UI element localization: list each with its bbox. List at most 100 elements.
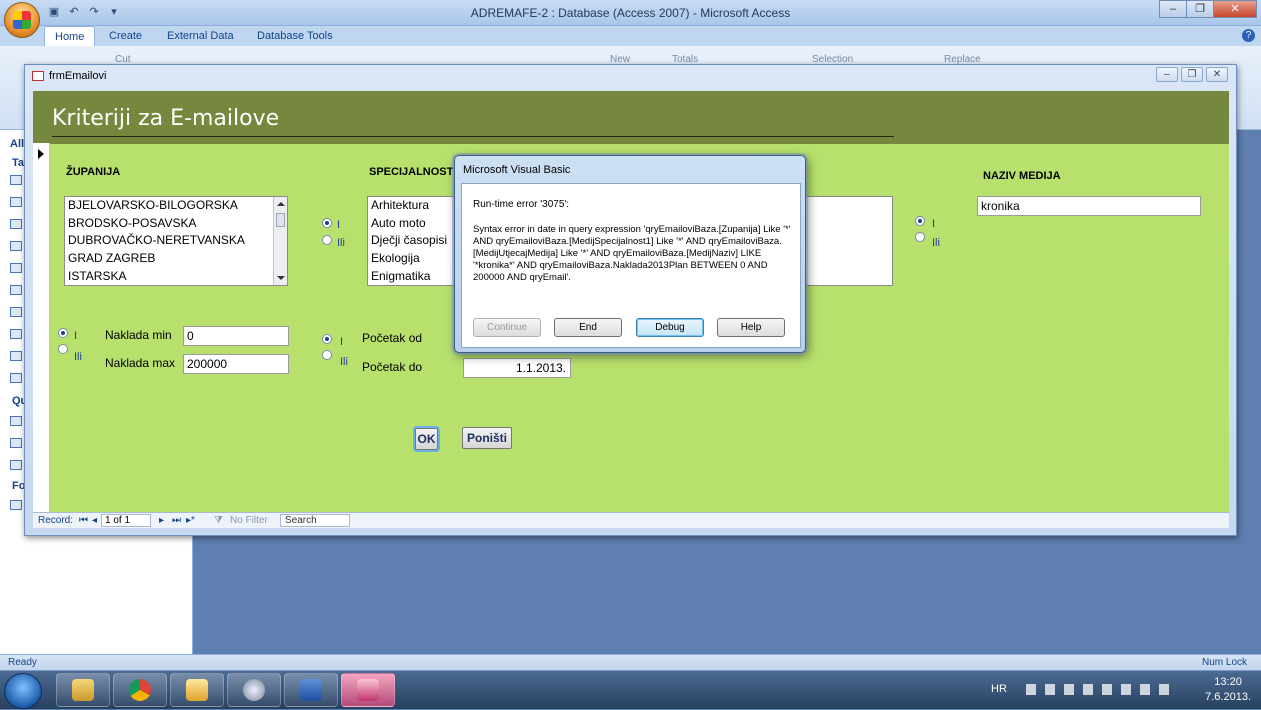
- pocetak-i-radio[interactable]: [322, 334, 332, 344]
- search-input[interactable]: Search: [280, 514, 350, 527]
- chrome-taskbar-button[interactable]: [113, 673, 167, 707]
- naklada-min-input[interactable]: 0: [183, 326, 289, 346]
- tab-home[interactable]: Home: [44, 26, 96, 46]
- form-icon[interactable]: [10, 500, 22, 510]
- pocetak-do-input[interactable]: 1.1.2013.: [463, 358, 571, 378]
- operator-i-label: I: [74, 330, 78, 342]
- help-button[interactable]: Help: [717, 318, 785, 337]
- last-record-icon[interactable]: ⏭: [172, 515, 181, 526]
- table-icon[interactable]: [10, 329, 22, 339]
- table-icon[interactable]: [10, 285, 22, 295]
- debug-button[interactable]: Debug: [636, 318, 704, 337]
- naklada-i-radio[interactable]: [58, 328, 68, 338]
- end-button[interactable]: End: [554, 318, 622, 337]
- explorer-taskbar-button[interactable]: [56, 673, 110, 707]
- flag-icon[interactable]: [1045, 684, 1055, 695]
- scroll-thumb[interactable]: [276, 213, 285, 227]
- list-item[interactable]: Ekologija: [368, 250, 456, 268]
- table-icon[interactable]: [10, 197, 22, 207]
- table-icon[interactable]: [10, 263, 22, 273]
- first-record-icon[interactable]: ⏮: [79, 515, 88, 526]
- restore-button[interactable]: ❐: [1186, 0, 1214, 18]
- operator-ili-label: Ili: [932, 237, 940, 249]
- naziv-medija-input[interactable]: kronika: [977, 196, 1201, 216]
- app-titlebar: ▣ ↶ ↷ ▾ ADREMAFE-2 : Database (Access 20…: [0, 0, 1261, 26]
- access-taskbar-button[interactable]: [341, 673, 395, 707]
- language-indicator[interactable]: HR: [991, 683, 1007, 695]
- nav-header-tables[interactable]: Ta: [12, 157, 24, 169]
- speaker-icon[interactable]: [1083, 684, 1093, 695]
- tab-external-data[interactable]: External Data: [167, 26, 234, 46]
- query-icon[interactable]: [10, 460, 22, 470]
- naklada-max-input[interactable]: 200000: [183, 354, 289, 374]
- zupanija-listbox[interactable]: BJELOVARSKO-BILOGORSKA BRODSKO-POSAVSKA …: [64, 196, 288, 286]
- previous-record-icon[interactable]: ◂: [92, 515, 97, 526]
- record-selector[interactable]: [33, 143, 50, 512]
- new-record-icon[interactable]: ▸*: [186, 515, 195, 526]
- nav-header-all[interactable]: All: [10, 138, 24, 150]
- start-button[interactable]: [4, 673, 42, 709]
- tab-create[interactable]: Create: [109, 26, 142, 46]
- signal-icon[interactable]: [1140, 684, 1150, 695]
- minimize-button[interactable]: –: [1159, 0, 1187, 18]
- help-icon[interactable]: ?: [1242, 29, 1255, 42]
- table-icon[interactable]: [10, 351, 22, 361]
- error-message: Syntax error in date in query expression…: [473, 224, 791, 283]
- current-record-input[interactable]: 1 of 1: [101, 514, 151, 527]
- form-close-button[interactable]: ✕: [1206, 67, 1228, 82]
- query-icon[interactable]: [10, 438, 22, 448]
- monitor-icon[interactable]: [1064, 684, 1074, 695]
- outlook-taskbar-button[interactable]: [170, 673, 224, 707]
- table-icon[interactable]: [10, 241, 22, 251]
- list-item[interactable]: Auto moto: [368, 215, 456, 233]
- specijalnost-listbox[interactable]: Arhitektura Auto moto Dječji časopisi Ek…: [367, 196, 457, 286]
- vb-error-dialog: Microsoft Visual Basic Run-time error '3…: [454, 155, 806, 353]
- scroll-up-icon[interactable]: [277, 202, 285, 206]
- continue-button[interactable]: Continue: [473, 318, 541, 337]
- utjecaj-listbox[interactable]: [800, 196, 893, 286]
- nav-header-forms[interactable]: Fo: [12, 480, 25, 492]
- bluetooth-icon[interactable]: [1102, 684, 1112, 695]
- query-icon[interactable]: [10, 416, 22, 426]
- list-item[interactable]: Dječji časopisi: [368, 232, 456, 250]
- table-icon[interactable]: [10, 219, 22, 229]
- close-button[interactable]: ✕: [1213, 0, 1257, 18]
- pocetak-ili-radio[interactable]: [322, 350, 332, 360]
- word-icon: [300, 679, 322, 701]
- operator-ili-radio-3[interactable]: [915, 232, 925, 242]
- list-item[interactable]: GRAD ZAGREB: [65, 250, 287, 268]
- list-item[interactable]: DUBROVAČKO-NERETVANSKA: [65, 232, 287, 250]
- table-icon[interactable]: [10, 373, 22, 383]
- form-minimize-button[interactable]: –: [1156, 67, 1178, 82]
- office-button[interactable]: [4, 2, 40, 38]
- list-item[interactable]: ISTARSKA: [65, 268, 287, 285]
- form-restore-button[interactable]: ❐: [1181, 67, 1203, 82]
- list-item[interactable]: Arhitektura: [368, 197, 456, 215]
- operator-i-radio-1[interactable]: [322, 218, 332, 228]
- list-item[interactable]: BRODSKO-POSAVSKA: [65, 215, 287, 233]
- naklada-ili-radio[interactable]: [58, 344, 68, 354]
- zupanija-scrollbar[interactable]: [273, 197, 287, 285]
- network-icon[interactable]: [1121, 684, 1131, 695]
- filter-icon[interactable]: ⧩: [214, 515, 223, 526]
- tab-database-tools[interactable]: Database Tools: [257, 26, 333, 46]
- ponisti-button[interactable]: Poništi: [462, 427, 512, 449]
- dropbox-icon[interactable]: [1159, 684, 1169, 695]
- clock-taskbar-button[interactable]: [227, 673, 281, 707]
- word-taskbar-button[interactable]: [284, 673, 338, 707]
- no-filter-label[interactable]: No Filter: [230, 515, 268, 526]
- show-hidden-icon[interactable]: [1026, 684, 1036, 695]
- nav-header-queries[interactable]: Qu: [12, 395, 27, 407]
- pocetak-do-label: Početak do: [362, 360, 423, 374]
- ok-button[interactable]: OK: [415, 428, 438, 450]
- operator-i-radio-3[interactable]: [915, 216, 925, 226]
- table-icon[interactable]: [10, 175, 22, 185]
- list-item[interactable]: BJELOVARSKO-BILOGORSKA: [65, 197, 287, 215]
- tray-clock[interactable]: 13:20 7.6.2013.: [1205, 675, 1251, 705]
- next-record-icon[interactable]: ▸: [159, 515, 164, 526]
- scroll-down-icon[interactable]: [277, 276, 285, 280]
- list-item[interactable]: Enigmatika: [368, 268, 456, 285]
- table-icon[interactable]: [10, 307, 22, 317]
- naziv-medija-label: NAZIV MEDIJA: [983, 170, 1061, 182]
- operator-ili-radio-1[interactable]: [322, 235, 332, 245]
